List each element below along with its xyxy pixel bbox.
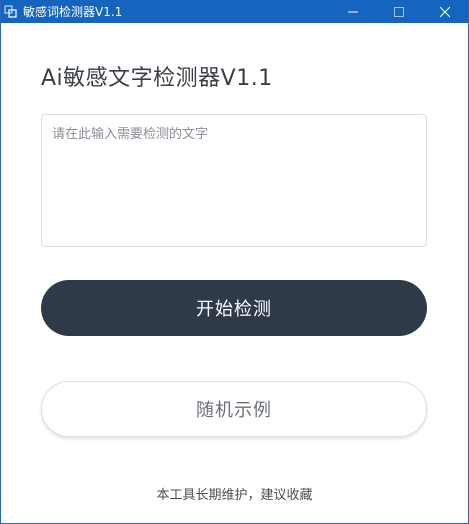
- minimize-button[interactable]: [330, 0, 376, 23]
- minimize-icon: [348, 11, 358, 12]
- app-window: 敏感词检测器V1.1 Ai敏感文字检测器V1.1 开始检: [0, 0, 469, 524]
- text-input-container: [41, 114, 427, 247]
- window-controls: [330, 0, 468, 23]
- maximize-button[interactable]: [376, 0, 422, 23]
- app-icon: [3, 4, 19, 20]
- random-example-button[interactable]: 随机示例: [41, 381, 427, 437]
- start-detect-button[interactable]: 开始检测: [41, 280, 427, 336]
- window-title: 敏感词检测器V1.1: [23, 5, 123, 19]
- page-title: Ai敏感文字检测器V1.1: [41, 66, 273, 91]
- close-button[interactable]: [422, 0, 468, 23]
- maximize-icon: [394, 6, 404, 17]
- text-input[interactable]: [42, 115, 426, 246]
- title-bar[interactable]: 敏感词检测器V1.1: [1, 0, 468, 23]
- footer-note: 本工具长期维护，建议收藏: [156, 488, 313, 503]
- close-icon: [440, 6, 450, 17]
